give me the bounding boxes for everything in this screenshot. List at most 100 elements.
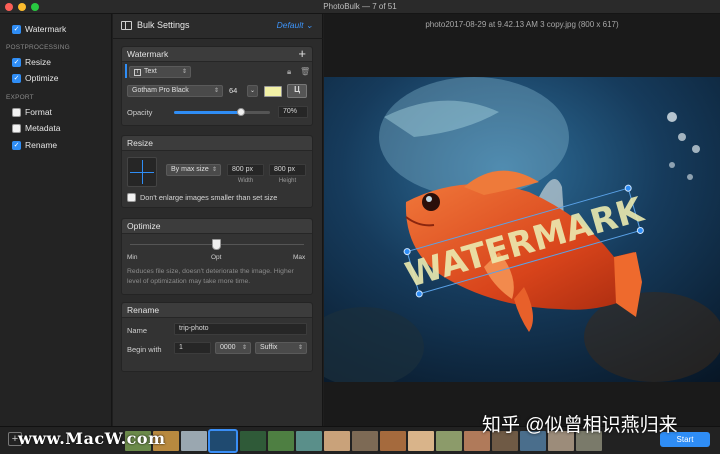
trash-icon[interactable]: 🗑︎ — [300, 67, 310, 76]
thumbnail-selected[interactable] — [208, 429, 238, 453]
file-title: photo2017-08-29 at 9.42.13 AM 3 copy.jpg… — [425, 20, 619, 29]
thumbnail[interactable] — [181, 431, 207, 451]
opacity-slider[interactable] — [174, 108, 270, 116]
opacity-label: Opacity — [127, 108, 153, 117]
color-swatch-fill — [265, 87, 281, 96]
chevron-updown-icon: ⇕ — [211, 167, 217, 173]
thumbnail[interactable] — [436, 431, 462, 451]
add-watermark-icon[interactable]: + — [298, 46, 306, 61]
thumbnail[interactable] — [296, 431, 322, 451]
sidebar: ✓ Watermark POSTPROCESSING ✓ Resize ✓ Op… — [0, 14, 112, 426]
sidebar-item-format[interactable]: Format — [12, 106, 52, 118]
font-size-dropdown[interactable]: ⌄ — [247, 85, 258, 97]
sidebar-item-label: Resize — [25, 57, 51, 67]
text-style-button[interactable]: Ц — [287, 84, 307, 98]
optimize-opt-label: Opt — [211, 254, 222, 261]
position-select[interactable]: Suffix ⇕ — [255, 342, 307, 354]
chevron-updown-icon: ⇕ — [181, 69, 187, 75]
active-layer-indicator — [125, 64, 127, 78]
resize-mode-select[interactable]: By max size ⇕ — [166, 164, 221, 176]
watermark-type-value: Text — [144, 68, 157, 75]
check-icon[interactable]: ✓ — [12, 57, 21, 67]
digits-value: 0000 — [220, 344, 236, 351]
name-label: Name — [127, 326, 148, 335]
optimize-note: Reduces file size, doesn't deteriorate t… — [127, 268, 294, 285]
panel-title: Bulk Settings — [137, 20, 190, 30]
section-header: Watermark + — [122, 46, 312, 62]
section-header: Optimize — [122, 219, 312, 234]
begin-with-label: Begin with — [127, 345, 162, 354]
rename-section: Rename Name trip-photo Begin with 1 0000… — [121, 302, 313, 372]
title-bar: PhotoBulk — 7 of 51 — [0, 0, 720, 14]
sidebar-item-rename[interactable]: ✓ Rename — [12, 139, 57, 151]
color-swatch[interactable] — [264, 86, 282, 97]
opacity-field[interactable]: 70% — [278, 106, 308, 118]
resize-anchor-icon[interactable] — [127, 157, 157, 187]
resize-section: Resize By max size ⇕ 800 px 800 px Width… — [121, 135, 313, 208]
sidebar-item-optimize[interactable]: ✓ Optimize — [12, 72, 59, 84]
text-type-icon: T — [134, 69, 141, 76]
height-label: Height — [278, 178, 297, 184]
name-field[interactable]: trip-photo — [174, 323, 307, 335]
width-label: Width — [237, 178, 254, 184]
site-watermark-right: 知乎 @似曾相识燕归来 — [482, 415, 678, 436]
chevron-down-icon: ⌄ — [250, 88, 256, 94]
dont-enlarge-option[interactable]: Don't enlarge images smaller than set si… — [127, 193, 277, 202]
sidebar-item-label: Metadata — [25, 123, 61, 133]
begin-with-field[interactable]: 1 — [174, 342, 211, 354]
optimize-slider[interactable] — [130, 239, 304, 250]
sidebar-item-label: Optimize — [25, 73, 59, 83]
optimize-section: Optimize Min Opt Max Reduces file size, … — [121, 218, 313, 295]
watermark-section: Watermark + T Text ⇕ 🔒︎ 🗑︎ Gotham Pro Bla… — [121, 46, 313, 126]
section-title: Watermark — [127, 49, 169, 59]
chevron-updown-icon: ⇕ — [297, 345, 303, 351]
panel-header: Bulk Settings Default ⌄ — [113, 14, 323, 39]
check-icon[interactable]: ✓ — [12, 140, 21, 150]
sidebar-item-watermark[interactable]: ✓ Watermark — [12, 23, 66, 35]
thumbnail[interactable] — [324, 431, 350, 451]
sidebar-item-label: Format — [25, 107, 52, 117]
height-field[interactable]: 800 px — [269, 164, 306, 176]
resize-mode-value: By max size — [171, 166, 209, 173]
optimize-max-label: Max — [293, 254, 306, 261]
sidebar-toggle-icon[interactable] — [121, 21, 132, 30]
watermark-type-select[interactable]: T Text ⇕ — [129, 66, 191, 78]
sidebar-item-label: Rename — [25, 140, 58, 150]
position-value: Suffix — [260, 344, 278, 351]
lock-icon[interactable]: 🔒︎ — [287, 67, 291, 77]
digits-select[interactable]: 0000 ⇕ — [215, 342, 251, 354]
optimize-slider-knob[interactable] — [212, 239, 221, 250]
thumbnail[interactable] — [380, 431, 406, 451]
chevron-updown-icon: ⇕ — [213, 88, 219, 94]
checkbox-empty-icon[interactable] — [12, 107, 21, 117]
thumbnail[interactable] — [352, 431, 378, 451]
sidebar-item-label: Watermark — [25, 24, 67, 34]
check-icon[interactable]: ✓ — [12, 73, 21, 83]
fish-photo: WATERMARK — [324, 77, 720, 382]
font-size-value[interactable]: 64 — [229, 86, 237, 95]
sidebar-item-resize[interactable]: ✓ Resize — [12, 56, 51, 68]
window-title: PhotoBulk — 7 of 51 — [323, 2, 397, 11]
chevron-updown-icon: ⇕ — [241, 345, 247, 351]
thumbnail[interactable] — [268, 431, 294, 451]
dont-enlarge-label: Don't enlarge images smaller than set si… — [140, 193, 278, 202]
opacity-slider-fill — [174, 111, 242, 114]
checkbox-empty-icon[interactable] — [127, 193, 136, 202]
preset-dropdown[interactable]: Default ⌄ — [277, 20, 313, 31]
checkbox-empty-icon[interactable] — [12, 123, 21, 133]
section-header: Rename — [122, 303, 312, 318]
check-icon[interactable]: ✓ — [12, 24, 21, 34]
settings-panel: Bulk Settings Default ⌄ Watermark + T Tex… — [113, 14, 323, 426]
section-heading-postprocessing: POSTPROCESSING — [6, 44, 70, 51]
section-heading-export: EXPORT — [6, 94, 34, 101]
sidebar-item-metadata[interactable]: Metadata — [12, 122, 60, 134]
photo-preview[interactable]: WATERMARK — [324, 77, 720, 382]
font-select[interactable]: Gotham Pro Black ⇕ — [127, 85, 223, 97]
thumbnail[interactable] — [240, 431, 266, 451]
text-style-icon: Ц — [294, 85, 300, 94]
opacity-slider-knob[interactable] — [237, 108, 246, 116]
font-value: Gotham Pro Black — [132, 87, 189, 94]
site-watermark-left: www.MacW.com — [18, 429, 166, 448]
width-field[interactable]: 800 px — [227, 164, 264, 176]
thumbnail[interactable] — [408, 431, 434, 451]
